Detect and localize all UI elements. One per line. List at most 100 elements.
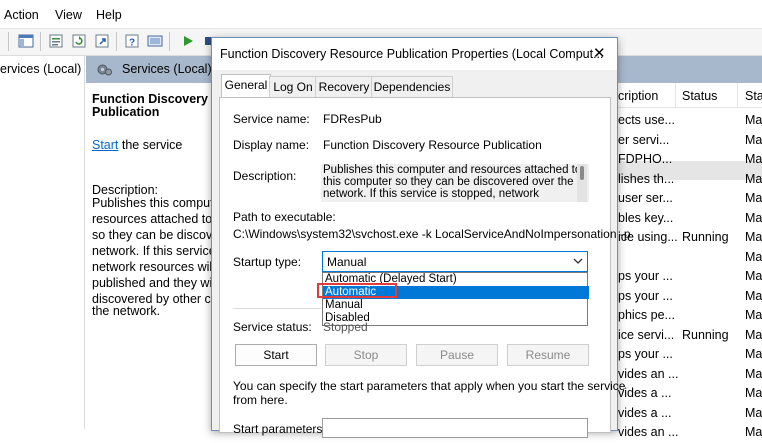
display-name-value: Function Discovery Resource Publication: [323, 138, 542, 152]
start-service-link[interactable]: Start: [92, 138, 118, 152]
description-scrollbar[interactable]: [577, 164, 587, 202]
cell-startup-type: Ma: [745, 405, 762, 420]
cell-description: er servi...: [618, 132, 670, 147]
description-label: Description:: [92, 183, 158, 197]
table-row[interactable]: Ma: [600, 250, 762, 268]
cell-description: vides a ...: [618, 405, 672, 420]
tab-general[interactable]: General: [221, 74, 271, 99]
divider: [233, 308, 321, 309]
column-divider: [675, 83, 676, 107]
description-line: the network.: [92, 304, 161, 318]
toolbar-separator: [8, 32, 9, 51]
table-row[interactable]: lishes th... Ma: [600, 172, 762, 190]
services-header-title: Services (Local): [122, 62, 212, 76]
column-description[interactable]: cription: [618, 89, 658, 103]
description-box[interactable]: Publishes this computer and resources at…: [321, 164, 589, 202]
start-params-input[interactable]: [322, 418, 588, 438]
description-line: Publishes this compute: [92, 196, 221, 210]
table-row[interactable]: vides a ... Ma: [600, 406, 762, 424]
selected-service-title: Function Discovery Re: [92, 92, 228, 106]
show-hide-console-tree-icon[interactable]: [18, 33, 34, 49]
properties-dialog: Function Discovery Resource Publication …: [211, 37, 631, 438]
tab-recovery[interactable]: Recovery: [315, 76, 373, 98]
startup-type-select[interactable]: Manual: [322, 251, 588, 272]
table-row[interactable]: ice servi... Running Ma: [600, 328, 762, 346]
startup-type-value: Manual: [327, 255, 367, 269]
stop-button[interactable]: Stop: [325, 344, 407, 366]
description-line: resources attached to t: [92, 212, 220, 226]
table-row[interactable]: ps your ... Ma: [600, 347, 762, 365]
table-row[interactable]: ps your ... Ma: [600, 289, 762, 307]
service-status-label: Service status:: [233, 320, 312, 334]
cell-description: FDPHO...: [618, 152, 673, 166]
column-startup-type[interactable]: Sta: [745, 89, 762, 103]
start-button[interactable]: Start: [235, 344, 317, 366]
description-label: Description:: [233, 169, 297, 183]
close-icon[interactable]: ✕: [593, 44, 606, 62]
export-list-icon[interactable]: [94, 33, 110, 49]
cell-startup-type: Ma: [745, 113, 762, 127]
tab-log-on[interactable]: Log On: [269, 76, 317, 98]
console-icon[interactable]: [147, 33, 163, 49]
help-icon[interactable]: ?: [124, 33, 140, 49]
cell-description: ice servi...: [618, 327, 675, 342]
table-row[interactable]: vides an ... Ma: [600, 425, 762, 443]
tree-item-services-local[interactable]: ervices (Local): [0, 62, 81, 76]
cell-startup-type: Ma: [745, 308, 762, 322]
selected-service-title-line2: Publication: [92, 105, 160, 119]
description-line: so they can be discove: [92, 228, 220, 242]
table-row[interactable]: phics pe... Ma: [600, 308, 762, 326]
toolbar-separator: [169, 32, 170, 51]
description-line: network resources will: [92, 260, 215, 274]
menu-view[interactable]: View: [55, 8, 82, 22]
service-name-label: Service name:: [233, 112, 310, 126]
cell-description: ps your ...: [618, 288, 673, 303]
menu-action[interactable]: Action: [4, 8, 39, 22]
toolbar-separator: [40, 32, 41, 51]
services-gear-icon: [97, 64, 112, 76]
cell-description: phics pe...: [618, 308, 675, 322]
highlight-callout-box: [317, 283, 397, 298]
path-label: Path to executable:: [233, 210, 336, 224]
cell-description: vides a ...: [618, 386, 672, 400]
menu-help[interactable]: Help: [96, 8, 122, 22]
cell-startup-type: Ma: [745, 366, 762, 381]
refresh-icon[interactable]: [71, 33, 87, 49]
cell-description: ps your ...: [618, 269, 673, 283]
pause-button[interactable]: Pause: [416, 344, 498, 366]
properties-icon[interactable]: [48, 33, 64, 49]
table-row[interactable]: user ser... Ma: [600, 191, 762, 209]
table-row[interactable]: ps your ... Ma: [600, 269, 762, 287]
cell-startup-type: Ma: [745, 132, 762, 147]
cell-status: Running: [682, 327, 729, 342]
start-service-line: Start the service: [92, 138, 182, 152]
console-tree: ervices (Local): [0, 56, 85, 429]
description-text-line: network. If this service is stopped, net…: [323, 188, 540, 200]
table-row[interactable]: bles key... Ma: [600, 211, 762, 229]
description-line: published and they wil: [92, 276, 215, 290]
start-params-hint-line2: from here.: [233, 393, 288, 407]
resume-button[interactable]: Resume: [507, 344, 589, 366]
cell-startup-type: Ma: [745, 288, 762, 303]
start-service-icon[interactable]: [180, 33, 196, 49]
cell-description: lishes th...: [618, 171, 675, 186]
dialog-title: Function Discovery Resource Publication …: [220, 47, 604, 61]
dialog-title-bar: Function Discovery Resource Publication …: [212, 38, 617, 70]
column-status[interactable]: Status: [682, 89, 717, 103]
tab-dependencies[interactable]: Dependencies: [371, 76, 453, 98]
table-row[interactable]: ects use... Ma: [600, 113, 762, 131]
scrollbar-thumb[interactable]: [580, 166, 584, 180]
svg-text:?: ?: [129, 38, 135, 49]
cell-startup-type: Ma: [745, 210, 762, 225]
startup-option-manual[interactable]: Manual: [323, 299, 589, 312]
start-params-hint: You can specify the start parameters tha…: [233, 379, 626, 393]
table-row[interactable]: er servi... Ma: [600, 133, 762, 151]
cell-description: ps your ...: [618, 347, 673, 361]
cell-description: vides an ...: [618, 366, 679, 381]
cell-startup-type: Ma: [745, 249, 762, 264]
cell-startup-type: Ma: [745, 171, 762, 186]
cell-startup-type: Ma: [745, 191, 762, 205]
startup-type-dropdown-list: Automatic (Delayed Start) Automatic Manu…: [322, 272, 589, 326]
toolbar-separator: [116, 32, 117, 51]
table-row[interactable]: FDPHO... Ma: [600, 152, 762, 170]
